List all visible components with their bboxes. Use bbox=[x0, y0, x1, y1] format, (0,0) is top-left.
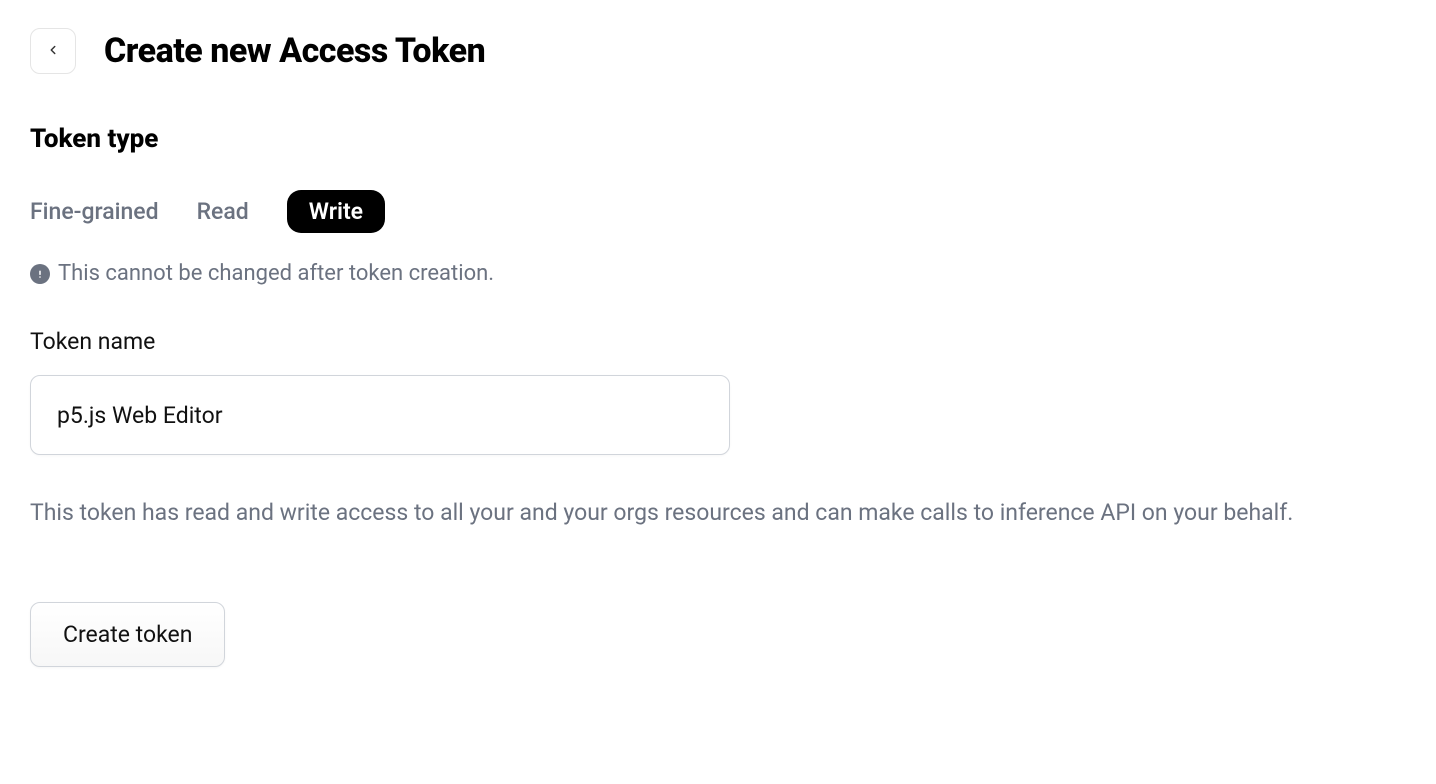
tab-read[interactable]: Read bbox=[197, 190, 249, 233]
back-button[interactable] bbox=[30, 28, 76, 74]
header-row: Create new Access Token bbox=[30, 28, 1406, 74]
token-name-input[interactable] bbox=[30, 375, 730, 455]
page-title: Create new Access Token bbox=[104, 31, 485, 71]
create-token-button[interactable]: Create token bbox=[30, 602, 225, 667]
token-name-label: Token name bbox=[30, 328, 1406, 355]
exclamation-icon bbox=[30, 264, 50, 284]
tab-write[interactable]: Write bbox=[287, 190, 385, 233]
token-type-section-title: Token type bbox=[30, 124, 1406, 154]
token-type-hint-text: This cannot be changed after token creat… bbox=[58, 261, 494, 286]
token-type-tabs: Fine-grained Read Write bbox=[30, 190, 1406, 233]
tab-fine-grained[interactable]: Fine-grained bbox=[30, 190, 159, 233]
chevron-left-icon bbox=[46, 43, 60, 60]
token-type-hint: This cannot be changed after token creat… bbox=[30, 261, 1406, 286]
token-description: This token has read and write access to … bbox=[30, 495, 1406, 532]
